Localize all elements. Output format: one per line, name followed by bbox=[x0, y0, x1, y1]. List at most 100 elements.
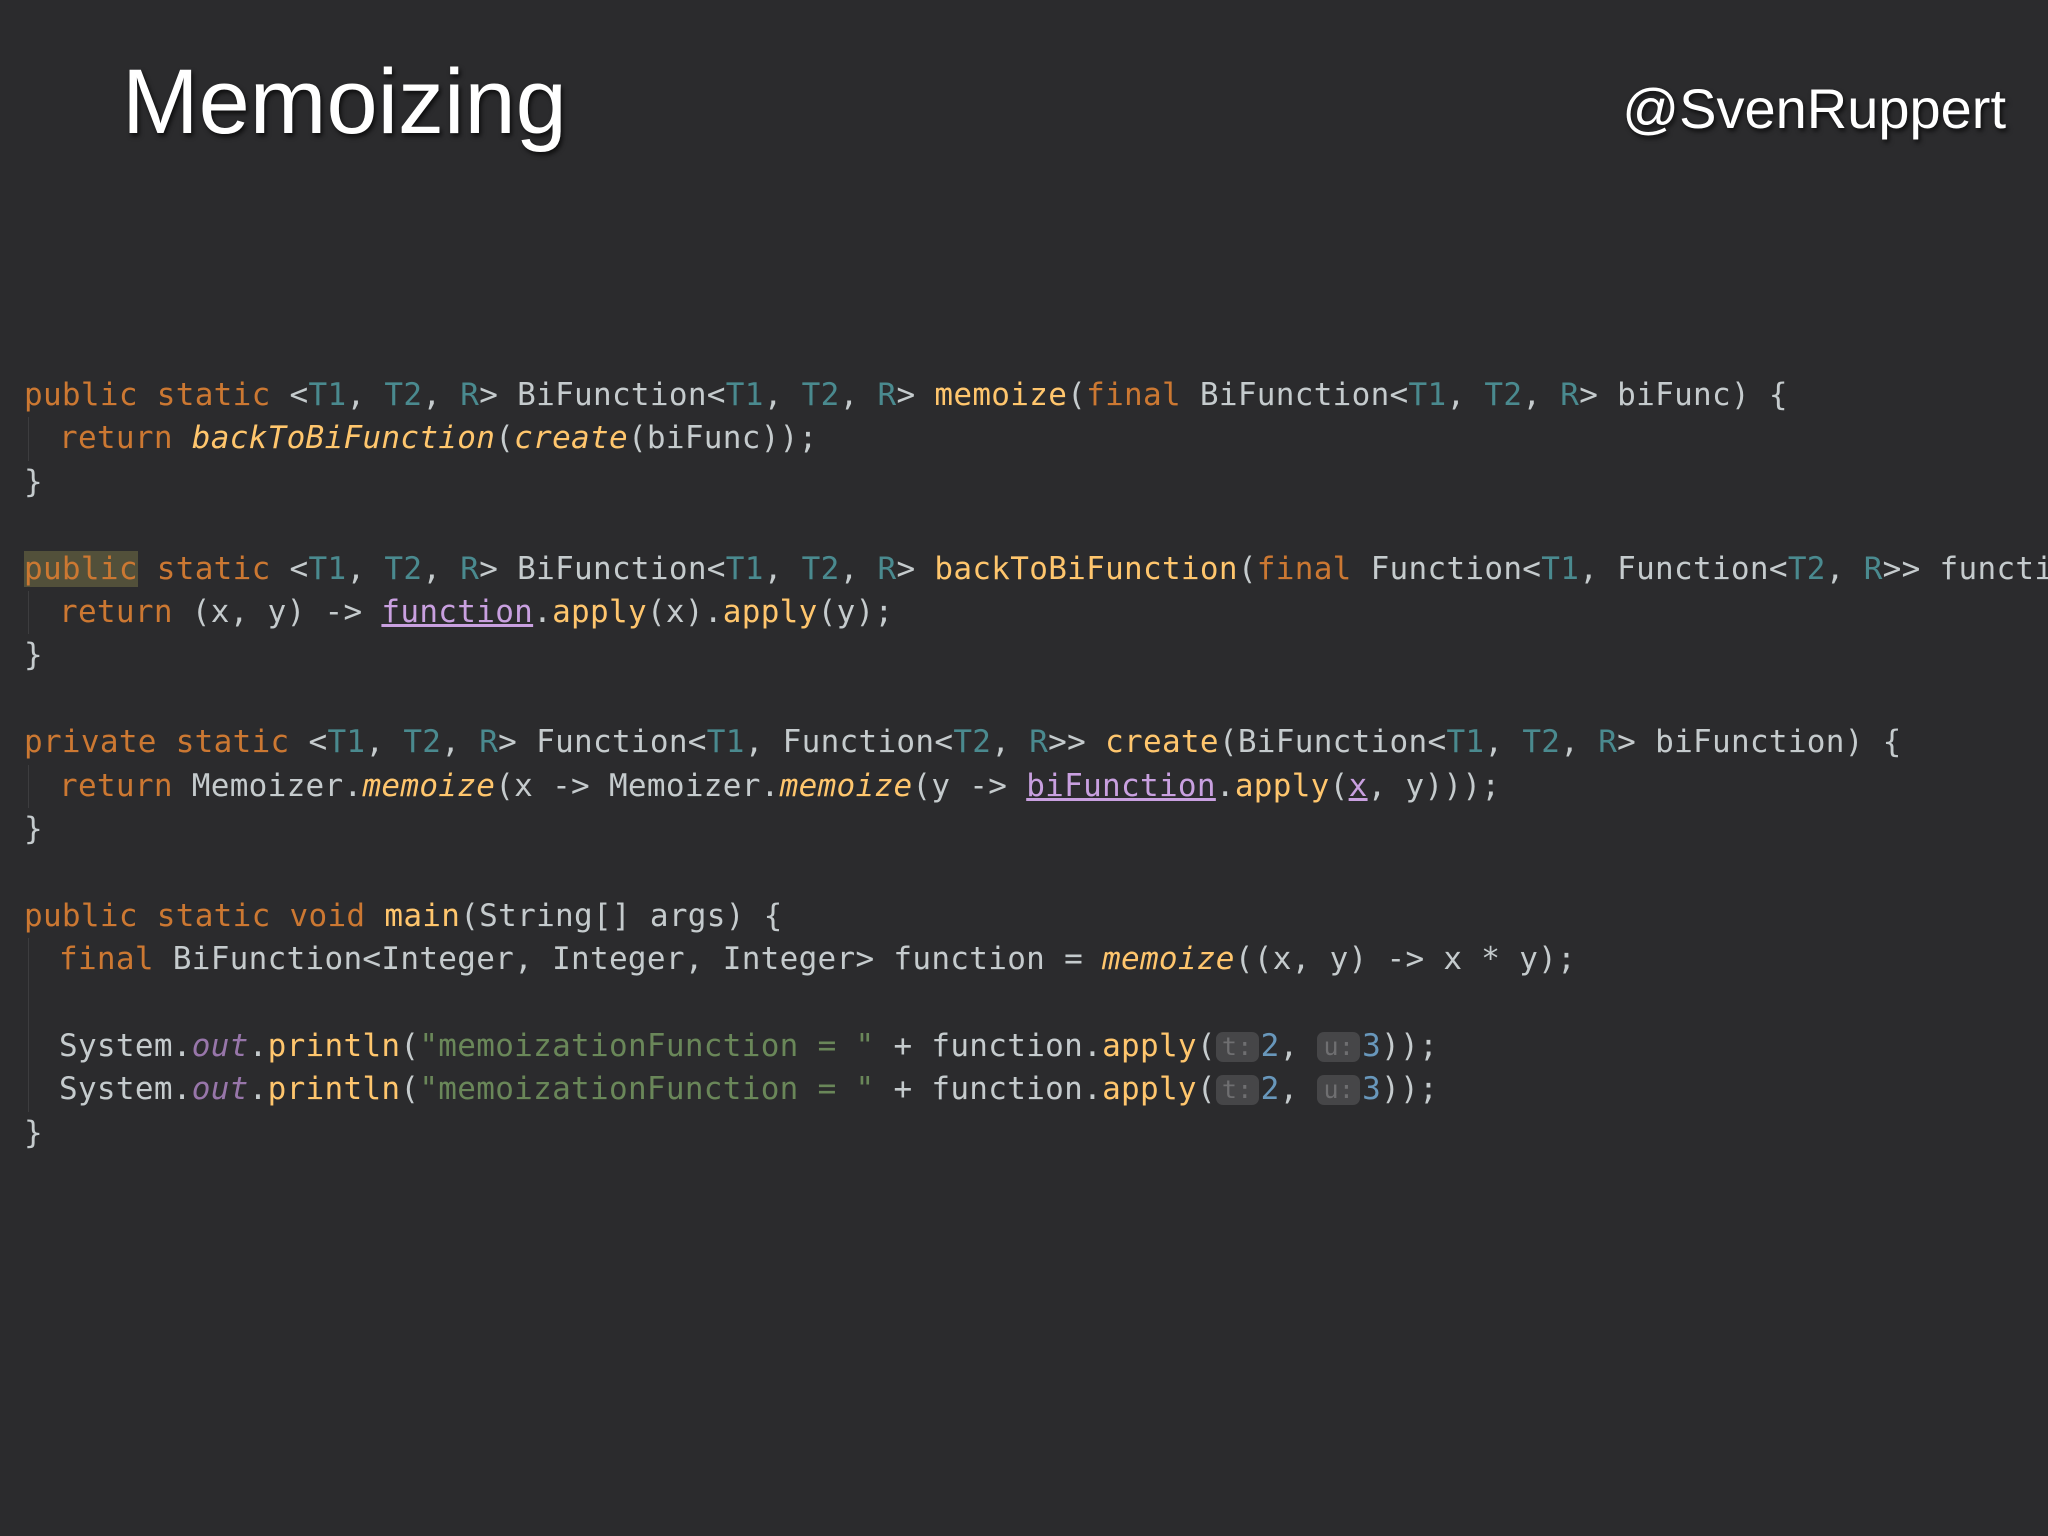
code-line: public static <T1, T2, R> BiFunction<T1,… bbox=[24, 548, 2048, 591]
code-token: apply bbox=[1234, 767, 1330, 804]
code-token: memoize bbox=[1102, 941, 1235, 978]
code-token: >> bbox=[1048, 724, 1106, 761]
code-token: T2 bbox=[801, 550, 840, 587]
code-token: T1 bbox=[327, 724, 366, 761]
code-token: return bbox=[59, 767, 173, 804]
code-token: T1 bbox=[308, 377, 347, 413]
code-token: , bbox=[839, 550, 878, 587]
code-token: T2 bbox=[953, 724, 992, 761]
code-token: public bbox=[24, 377, 138, 413]
code-token: + function. bbox=[874, 1027, 1103, 1064]
code-token: > BiFunction< bbox=[479, 377, 726, 413]
code-token: R bbox=[479, 724, 499, 761]
code-token: > Function< bbox=[498, 724, 707, 761]
code-token: memoize bbox=[362, 767, 496, 804]
slide-title: Memoizing bbox=[122, 51, 567, 153]
code-token: apply bbox=[1102, 1071, 1197, 1108]
code-token: , bbox=[422, 550, 461, 587]
code-token: static bbox=[156, 897, 271, 934]
code-token: println bbox=[267, 1027, 401, 1064]
code-token: return bbox=[59, 593, 173, 630]
code-token: > biFunction) { bbox=[1617, 724, 1902, 761]
code-token: >> function) { bbox=[1882, 550, 2048, 587]
code-token: , bbox=[365, 724, 404, 761]
code-token: T2 bbox=[384, 550, 423, 587]
code-line bbox=[24, 981, 2034, 1026]
code-token: T1 bbox=[706, 724, 745, 761]
code-token: void bbox=[289, 897, 366, 934]
code-token: Memoizer. bbox=[172, 767, 363, 804]
code-token: , bbox=[991, 724, 1030, 761]
code-token: + function. bbox=[874, 1071, 1103, 1108]
code-token: ( bbox=[400, 1071, 420, 1108]
code-token: T1 bbox=[1541, 550, 1580, 587]
code-token: apply bbox=[722, 593, 818, 630]
code-token: BiFunction< bbox=[1180, 377, 1409, 413]
code-token: private bbox=[24, 724, 157, 761]
code-token: T2 bbox=[1522, 724, 1561, 761]
code-token: ( bbox=[495, 420, 515, 457]
code-token: public bbox=[24, 550, 138, 587]
code-token: T2 bbox=[403, 724, 442, 761]
code-token: , bbox=[1484, 724, 1523, 761]
code-token: x bbox=[1348, 767, 1368, 804]
code-line: public static <T1, T2, R> BiFunction<T1,… bbox=[24, 374, 2034, 417]
code-token: T2 bbox=[1787, 550, 1826, 587]
code-token: T2 bbox=[801, 377, 840, 413]
parameter-hint: t: bbox=[1215, 1075, 1259, 1106]
code-token: System. bbox=[59, 1027, 192, 1064]
code-token: final bbox=[1086, 377, 1181, 413]
code-token: ( bbox=[400, 1027, 420, 1064]
code-token: memoize bbox=[779, 767, 913, 804]
code-token: R bbox=[460, 377, 480, 413]
code-line: } bbox=[24, 634, 2034, 677]
code-token: apply bbox=[552, 593, 647, 630]
code-token: T1 bbox=[1446, 724, 1485, 761]
code-token: (BiFunction< bbox=[1218, 724, 1447, 761]
code-token: . bbox=[1215, 767, 1235, 804]
code-token: , bbox=[346, 550, 385, 587]
code-token: println bbox=[267, 1071, 401, 1108]
code-token: < bbox=[289, 724, 328, 761]
code-line: } bbox=[24, 808, 2034, 851]
code-token: 3 bbox=[1362, 1027, 1382, 1064]
code-token: , Function< bbox=[744, 724, 954, 761]
code-token: backToBiFunction bbox=[934, 550, 1238, 587]
code-token: ( bbox=[1196, 1071, 1216, 1108]
code-token: ( bbox=[1067, 377, 1087, 413]
code-token: biFunction bbox=[1026, 767, 1216, 804]
code-token: < bbox=[270, 377, 309, 413]
code-token: (y -> bbox=[912, 767, 1027, 804]
code-token: main bbox=[384, 897, 461, 934]
code-token: , bbox=[422, 377, 461, 413]
code-line: return Memoizer.memoize(x -> Memoizer.me… bbox=[24, 764, 2034, 809]
code-token: } bbox=[24, 463, 43, 500]
code-token: T2 bbox=[384, 377, 423, 413]
author-handle: @SvenRuppert bbox=[1622, 77, 2006, 140]
code-token: , bbox=[1279, 1071, 1318, 1108]
code-token: , bbox=[1825, 550, 1864, 587]
code-token: R bbox=[1560, 377, 1580, 413]
code-token: , y))); bbox=[1367, 767, 1501, 804]
code-token: R bbox=[460, 550, 480, 587]
code-token: T1 bbox=[725, 377, 764, 413]
code-token: } bbox=[24, 637, 43, 674]
code-token: (x -> Memoizer. bbox=[495, 767, 780, 804]
code-token: } bbox=[24, 1114, 43, 1151]
code-line: private static <T1, T2, R> Function<T1, … bbox=[24, 721, 2034, 764]
code-token: T1 bbox=[1408, 377, 1447, 413]
code-token: memoize bbox=[934, 377, 1068, 413]
code-token: R bbox=[1863, 550, 1883, 587]
code-token: backToBiFunction bbox=[191, 420, 496, 457]
code-token: , bbox=[441, 724, 480, 761]
code-token: , bbox=[1522, 377, 1561, 413]
code-token: , bbox=[1279, 1027, 1318, 1064]
